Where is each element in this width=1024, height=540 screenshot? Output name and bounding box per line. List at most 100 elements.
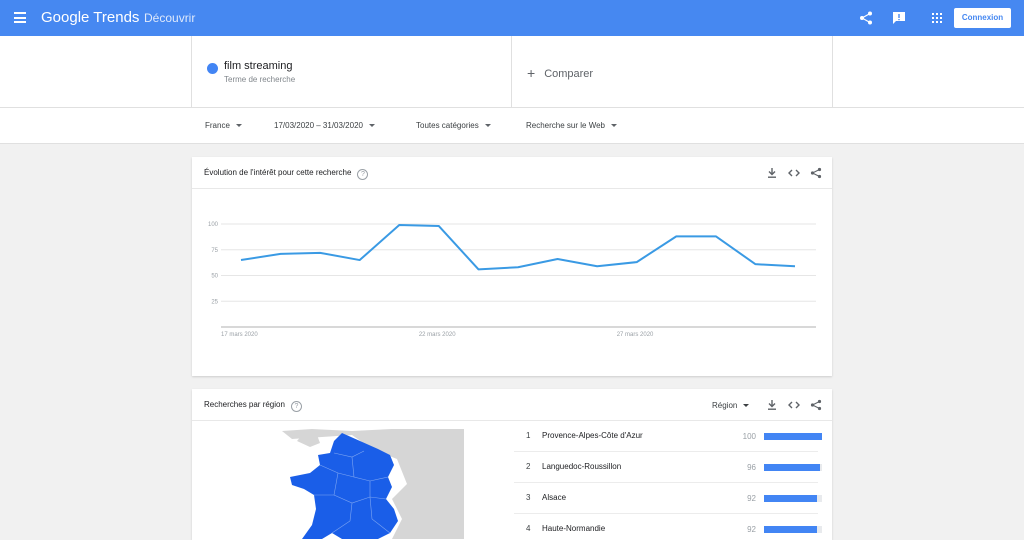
region-name: Alsace	[542, 493, 567, 502]
region-bar-track	[764, 495, 822, 502]
menu-icon[interactable]	[14, 12, 26, 23]
interest-line-chart: 25 50 75 100 17 mars 2020 22 mars 2020 27 mar…	[208, 221, 816, 338]
embed-icon[interactable]	[788, 399, 800, 411]
region-bar-track	[764, 433, 822, 440]
region-rank: 4	[526, 524, 531, 533]
region-rank: 2	[526, 462, 531, 471]
column-divider	[511, 36, 512, 108]
resolution-label: Région	[712, 401, 738, 410]
region-bar	[764, 495, 818, 502]
x-tick-label: 17 mars 2020	[221, 332, 258, 338]
data-point[interactable]	[514, 263, 522, 271]
france-map	[282, 429, 464, 539]
series-line[interactable]	[240, 224, 796, 271]
feedback-icon[interactable]	[891, 10, 907, 26]
resolution-dropdown[interactable]: Région	[712, 401, 750, 410]
date-filter-label: 17/03/2020 – 31/03/2020	[274, 121, 363, 130]
region-bar-track	[764, 526, 822, 533]
category-filter[interactable]: Toutes catégories	[416, 121, 491, 130]
column-divider	[191, 36, 192, 108]
data-point[interactable]	[316, 249, 324, 257]
discover-link[interactable]: Découvrir	[144, 11, 195, 25]
chart-series	[237, 221, 799, 273]
interest-by-region-card: Recherches par région? Région 1 Provence-…	[192, 389, 832, 540]
chart-gridlines	[221, 223, 816, 328]
region-rank: 3	[526, 493, 531, 502]
region-row[interactable]: 2 Languedoc-Roussillon 96	[514, 452, 822, 483]
data-point[interactable]	[751, 260, 759, 268]
interest-title: Évolution de l'intérêt pour cette recher…	[204, 168, 352, 177]
brand-trends: Trends	[93, 9, 140, 26]
region-value: 92	[747, 494, 756, 503]
login-button[interactable]: Connexion	[954, 8, 1011, 28]
region-map[interactable]	[192, 429, 464, 539]
compare-label: Comparer	[544, 68, 594, 80]
share-icon[interactable]	[810, 399, 822, 411]
region-value: 100	[742, 432, 756, 441]
search-type-filter[interactable]: Recherche sur le Web	[526, 121, 617, 130]
search-term-type: Terme de recherche	[224, 75, 296, 84]
region-bar	[764, 433, 822, 440]
data-point[interactable]	[554, 255, 562, 263]
brand-google: Google	[41, 9, 90, 26]
data-point[interactable]	[277, 250, 285, 258]
data-point[interactable]	[356, 256, 364, 264]
data-point[interactable]	[395, 221, 403, 229]
region-value: 92	[747, 525, 756, 534]
caret-down-icon	[368, 124, 375, 127]
help-icon[interactable]: ?	[357, 169, 369, 180]
card-title: Évolution de l'intérêt pour cette recher…	[204, 168, 369, 180]
term-color-dot	[207, 63, 218, 74]
caret-down-icon	[484, 124, 491, 127]
download-icon[interactable]	[766, 167, 778, 179]
chart-x-ticks: 17 mars 2020 22 mars 2020 27 mars 2020	[221, 332, 654, 338]
card-title: Recherches par région?	[204, 400, 302, 412]
plus-icon: +	[527, 65, 536, 81]
region-row[interactable]: 3 Alsace 92	[514, 483, 822, 514]
search-term[interactable]: film streaming	[224, 60, 292, 72]
date-filter[interactable]: 17/03/2020 – 31/03/2020	[274, 121, 375, 130]
apps-icon[interactable]	[929, 10, 945, 26]
search-type-filter-label: Recherche sur le Web	[526, 121, 605, 130]
google-trends-logo[interactable]: Google Trends	[41, 9, 139, 26]
y-tick-label: 50	[211, 274, 218, 280]
data-point[interactable]	[712, 232, 720, 240]
compare-button[interactable]: + Comparer	[527, 65, 593, 81]
region-row[interactable]: 1 Provence-Alpes-Côte d'Azur 100	[514, 421, 822, 452]
region-name: Languedoc-Roussillon	[542, 462, 622, 471]
x-tick-label: 22 mars 2020	[419, 332, 456, 338]
region-title: Recherches par région	[204, 400, 285, 409]
y-tick-label: 25	[211, 299, 218, 305]
x-tick-label: 27 mars 2020	[617, 332, 654, 338]
region-value: 96	[747, 463, 756, 472]
share-icon[interactable]	[858, 10, 874, 26]
region-bar	[764, 526, 818, 533]
data-point[interactable]	[435, 222, 443, 230]
category-filter-label: Toutes catégories	[416, 121, 479, 130]
column-divider	[832, 36, 833, 108]
embed-icon[interactable]	[788, 167, 800, 179]
data-point[interactable]	[593, 262, 601, 270]
region-row[interactable]: 4 Haute-Normandie 92	[514, 514, 822, 540]
data-point[interactable]	[791, 262, 799, 270]
caret-down-icon	[235, 124, 242, 127]
top-app-bar: Google Trends Découvrir Connexion	[0, 0, 1024, 36]
help-icon[interactable]: ?	[290, 401, 302, 412]
data-point[interactable]	[237, 256, 245, 264]
caret-down-icon	[611, 124, 617, 127]
data-point[interactable]	[474, 265, 482, 273]
data-point[interactable]	[672, 232, 680, 240]
country-filter-label: France	[205, 121, 230, 130]
caret-down-icon	[743, 404, 750, 407]
region-bar	[764, 464, 820, 471]
country-filter[interactable]: France	[205, 121, 242, 130]
download-icon[interactable]	[766, 399, 778, 411]
data-point[interactable]	[633, 258, 641, 266]
region-rank: 1	[526, 431, 531, 440]
region-name: Haute-Normandie	[542, 524, 606, 533]
y-tick-label: 100	[208, 222, 219, 228]
share-icon[interactable]	[810, 167, 822, 179]
chart-y-ticks: 25 50 75 100	[208, 222, 219, 305]
interest-over-time-card: Évolution de l'intérêt pour cette recher…	[192, 157, 832, 376]
region-name: Provence-Alpes-Côte d'Azur	[542, 431, 643, 440]
